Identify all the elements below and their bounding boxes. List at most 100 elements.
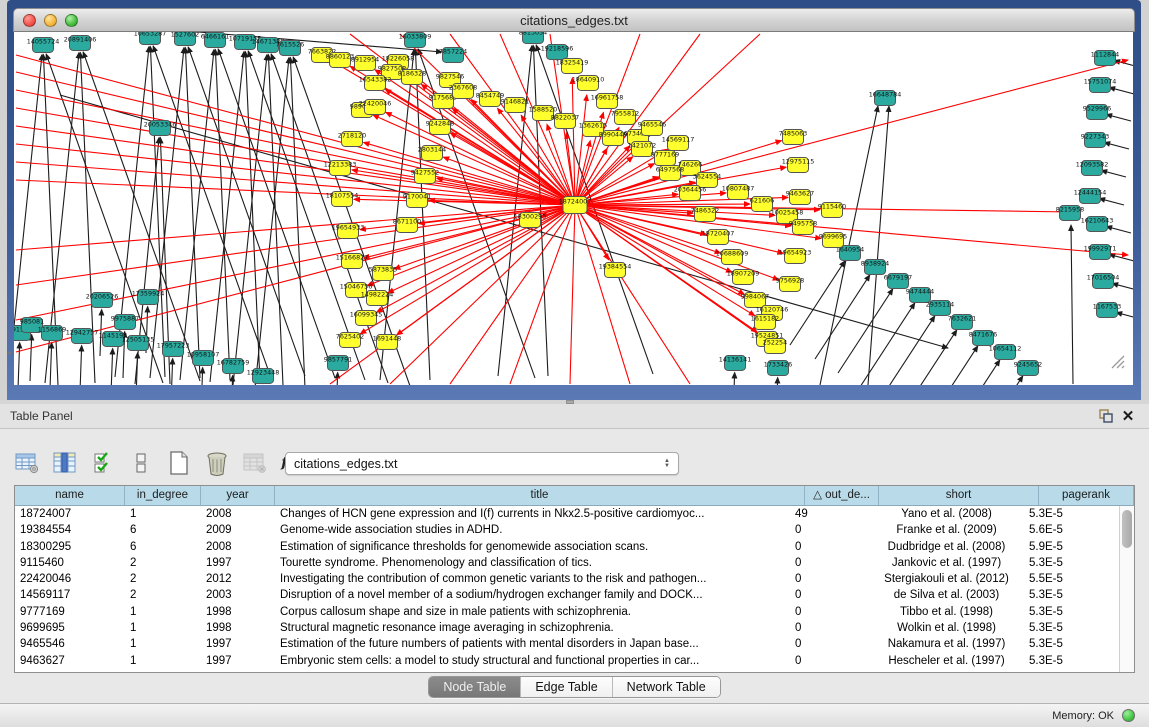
table-row[interactable]: 969969511998Structural magnetic resonanc… <box>15 620 1119 636</box>
graph-node-label: 14982224 <box>361 291 394 299</box>
float-panel-icon <box>1099 409 1114 423</box>
dropdown-stepper-icon: ▲▼ <box>664 459 670 469</box>
network-window-titlebar[interactable]: citations_edges.txt <box>13 8 1135 32</box>
graph-node-label: 1156869 <box>38 326 66 334</box>
delete-column-button[interactable] <box>242 451 268 475</box>
vertical-scrollbar[interactable] <box>1119 506 1134 672</box>
graph-node-label: 10025458 <box>771 209 804 217</box>
table-row[interactable]: 2242004622012Investigating the contribut… <box>15 571 1119 587</box>
graph-node-label: 19654933 <box>332 224 365 232</box>
graph-node-label: 7615526 <box>276 41 304 49</box>
cell-name: 18724007 <box>15 506 125 522</box>
table-row[interactable]: 1938455462009Genome-wide association stu… <box>15 522 1119 538</box>
delete-table-button[interactable] <box>204 451 230 475</box>
cell-in_degree: 1 <box>125 620 201 636</box>
graph-node-label: 16099345 <box>350 311 383 319</box>
table-row[interactable]: 946554611997Estimation of the future num… <box>15 636 1119 652</box>
collapse-arrow-icon[interactable]: ◂ <box>7 348 11 357</box>
graph-node-label: 8215958 <box>1056 206 1084 214</box>
graph-node-label: 8912954 <box>351 56 379 64</box>
column-header-out_degree[interactable]: △ out_de... <box>805 486 879 505</box>
status-bar: Memory: OK <box>0 703 1149 727</box>
table-settings-button[interactable] <box>14 451 40 475</box>
graph-node-label: 9777169 <box>651 151 679 159</box>
graph-node-label: 9756928 <box>776 277 804 285</box>
close-panel-button[interactable]: ✕ <box>1117 407 1139 425</box>
tab-network-table[interactable]: Network Table <box>613 677 720 697</box>
graph-node-label: 17957223 <box>157 342 190 350</box>
graph-node-label: 12093582 <box>1076 161 1109 169</box>
graph-node-label: 22420046 <box>359 100 392 108</box>
column-select-button[interactable] <box>52 451 78 475</box>
table-selector-dropdown[interactable]: citations_edges.txt ▲▼ <box>285 452 679 475</box>
table-row[interactable]: 1456911722003Disruption of a novel membe… <box>15 587 1119 603</box>
graph-node-label: 18724007 <box>559 198 592 206</box>
float-panel-button[interactable] <box>1095 407 1117 425</box>
memory-status-icon[interactable] <box>1122 709 1135 722</box>
column-header-year[interactable]: year <box>201 486 275 505</box>
resize-grip-icon[interactable] <box>1109 353 1125 369</box>
tab-node-table[interactable]: Node Table <box>429 677 521 697</box>
graph-node-label: 621606 <box>750 197 774 205</box>
table-row[interactable]: 1830029562008Estimation of significance … <box>15 539 1119 555</box>
graph-node-label: 1527602 <box>171 32 199 39</box>
cell-out_degree: 0 <box>790 539 864 555</box>
graph-node-label: 18300295 <box>514 213 547 221</box>
graph-node-label: 18640910 <box>572 76 605 84</box>
scrollbar-thumb[interactable] <box>1122 510 1132 548</box>
network-canvas[interactable]: 1405572420891406106532871527602646616110… <box>14 32 1133 385</box>
graph-node-label: 20206526 <box>86 293 119 301</box>
graph-node-label: 20364456 <box>674 186 707 194</box>
cell-title: Corpus callosum shape and size in male p… <box>275 604 790 620</box>
cell-short: Nakamura et al. (1997) <box>864 636 1024 652</box>
graph-node-label: 19654923 <box>779 249 812 257</box>
graph-node-label: 1733426 <box>764 361 792 369</box>
cell-out_degree: 0 <box>790 653 864 669</box>
node-table: namein_degreeyeartitle△ out_de...shortpa… <box>14 485 1135 673</box>
graph-node-label: 9227343 <box>1081 133 1109 141</box>
tab-edge-table[interactable]: Edge Table <box>521 677 612 697</box>
new-table-button[interactable] <box>166 451 192 475</box>
column-header-title[interactable]: title <box>275 486 805 505</box>
table-row[interactable]: 1872400712008Changes of HCN gene express… <box>15 506 1119 522</box>
column-header-short[interactable]: short <box>879 486 1039 505</box>
cell-name: 14569117 <box>15 587 125 603</box>
table-rows: 1872400712008Changes of HCN gene express… <box>15 506 1119 672</box>
cell-short: Tibbo et al. (1998) <box>864 604 1024 620</box>
select-rows-button[interactable] <box>90 451 116 475</box>
cell-out_degree: 0 <box>790 604 864 620</box>
cell-pagerank: 5.9E-5 <box>1024 539 1119 555</box>
graph-node-label: 2367608 <box>449 84 477 92</box>
table-row[interactable]: 977716911998Corpus callosum shape and si… <box>15 604 1119 620</box>
graph-node-label: 8822037 <box>551 114 579 122</box>
column-header-name[interactable]: name <box>15 486 125 505</box>
row-height-button[interactable] <box>128 451 154 475</box>
graph-node-label: 1167533 <box>1093 303 1121 311</box>
graph-node-label: 9984067 <box>741 293 769 301</box>
cell-in_degree: 6 <box>125 522 201 538</box>
graph-node-label: 15166827 <box>336 254 369 262</box>
graph-node-label: 9699695 <box>819 233 847 241</box>
cell-year: 2009 <box>201 522 275 538</box>
graph-node-label: 9115460 <box>818 203 846 211</box>
graph-node-label: 14136141 <box>719 356 752 364</box>
cell-year: 2008 <box>201 506 275 522</box>
graph-node-label: 16961758 <box>591 94 624 102</box>
cell-short: Stergiakouli et al. (2012) <box>864 571 1024 587</box>
table-row[interactable]: 946362711997Embryonic stem cells: a mode… <box>15 653 1119 669</box>
citation-network-graph[interactable]: 1405572420891406106532871527602646616110… <box>14 32 1133 385</box>
graph-node-label: 12444154 <box>1074 189 1107 197</box>
table-row[interactable]: 911546021997Tourette syndrome. Phenomeno… <box>15 555 1119 571</box>
graph-node-label: 3624554 <box>693 173 721 181</box>
cell-pagerank: 5.6E-5 <box>1024 522 1119 538</box>
cell-name: 9465546 <box>15 636 125 652</box>
graph-node-label: 12942757 <box>66 329 99 337</box>
table-tabs: Node TableEdge TableNetwork Table <box>0 676 1149 698</box>
graph-node-label: 8471676 <box>969 331 997 339</box>
column-header-in_degree[interactable]: in_degree <box>125 486 201 505</box>
column-header-pagerank[interactable]: pagerank <box>1039 486 1134 505</box>
cell-pagerank: 5.3E-5 <box>1024 506 1119 522</box>
graph-node-label: 12923448 <box>247 369 280 377</box>
cell-year: 2003 <box>201 587 275 603</box>
cell-name: 9777169 <box>15 604 125 620</box>
